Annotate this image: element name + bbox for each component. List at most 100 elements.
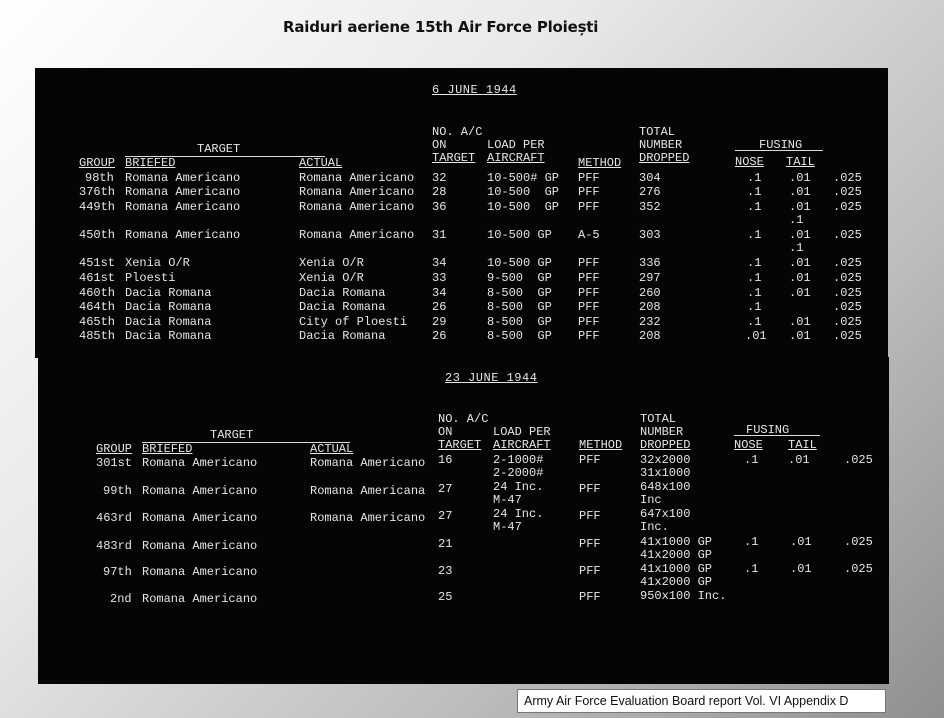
total-cell: 304 (639, 171, 661, 185)
method-cell: PFF (579, 564, 601, 578)
fusing-extra-cell: .025 (844, 453, 873, 467)
tail-cell: .01 (789, 256, 811, 270)
group-cell: 465th (79, 315, 116, 329)
actual-cell: Romana Americano (299, 185, 415, 199)
briefed-cell: Romana Americano (142, 456, 258, 470)
load-cell: 2-2000# (493, 466, 544, 480)
load-cell: 10-500 GP (487, 200, 560, 214)
fusing-extra-cell: .025 (833, 300, 862, 314)
load-cell: 9-500 GP (487, 271, 552, 285)
no-ac-cell: 34 (432, 256, 447, 270)
group-cell: 2nd (110, 592, 132, 606)
no-ac-cell: 27 (438, 482, 453, 496)
method-cell: PFF (578, 300, 600, 314)
load-cell: 10-500 GP (487, 228, 552, 242)
document-scan-23-june: 23 JUNE 1944 NO. A/C ON TARGET LOAD PER … (38, 357, 889, 684)
group-cell: 376th (79, 185, 116, 199)
group-cell: 449th (79, 200, 116, 214)
group-cell: 301st (96, 456, 133, 470)
actual-cell: Dacia Romana (299, 286, 386, 300)
briefed-cell: Romana Americano (125, 171, 241, 185)
actual-cell: City of Ploesti (299, 315, 408, 329)
actual-cell: Dacia Romana (299, 300, 386, 314)
fusing-extra-cell: .025 (833, 286, 862, 300)
actual-cell: Dacia Romana (299, 329, 386, 343)
header-group: GROUP (79, 156, 116, 170)
briefed-cell: Romana Americano (125, 185, 241, 199)
actual-cell: Romana Americano (299, 200, 415, 214)
method-cell: PFF (578, 329, 600, 343)
briefed-cell: Romana Americano (142, 592, 258, 606)
header-total-3: DROPPED (639, 151, 690, 165)
fusing-extra-cell: .025 (844, 562, 873, 576)
total-cell: 41x2000 GP (640, 575, 713, 589)
method-cell: PFF (578, 271, 600, 285)
briefed-cell: Romana Americano (142, 565, 258, 579)
nose-cell: .1 (744, 453, 759, 467)
nose-cell: .1 (744, 562, 759, 576)
briefed-cell: Romana Americano (125, 228, 241, 242)
header-no-ac-3: TARGET (432, 151, 476, 165)
total-cell: 232 (639, 315, 661, 329)
load-cell: 8-500 GP (487, 329, 552, 343)
tail-cell: .01 (790, 562, 812, 576)
header-tail: TAIL (786, 155, 815, 169)
total-cell: 303 (639, 228, 661, 242)
method-cell: PFF (579, 537, 601, 551)
method-cell: PFF (578, 185, 600, 199)
no-ac-cell: 34 (432, 286, 447, 300)
nose-cell: .1 (747, 271, 762, 285)
document-scan-6-june: 6 JUNE 1944 NO. A/C ON TARGET LOAD PER A… (35, 68, 888, 358)
header-actual: ACTUAL (310, 442, 354, 456)
total-cell: 352 (639, 200, 661, 214)
header-method: METHOD (578, 156, 622, 170)
total-cell: 208 (639, 300, 661, 314)
load-cell: 8-500 GP (487, 286, 552, 300)
method-cell: PFF (579, 590, 601, 604)
nose-cell: .1 (744, 535, 759, 549)
group-cell: 483rd (96, 539, 133, 553)
load-cell: 8-500 GP (487, 315, 552, 329)
method-cell: PFF (578, 200, 600, 214)
no-ac-cell: 23 (438, 564, 453, 578)
briefed-cell: Dacia Romana (125, 329, 212, 343)
no-ac-cell: 31 (432, 228, 447, 242)
fusing-extra-cell: .025 (833, 271, 862, 285)
total-cell: 41x2000 GP (640, 548, 713, 562)
briefed-cell: Romana Americano (142, 511, 258, 525)
header-load-2: AIRCRAFT (493, 438, 551, 452)
fusing-extra-cell: .025 (833, 228, 862, 242)
no-ac-cell: 21 (438, 537, 453, 551)
no-ac-cell: 26 (432, 329, 447, 343)
actual-cell: Romana Americano (299, 228, 415, 242)
caption-text: Army Air Force Evaluation Board report V… (524, 694, 849, 708)
nose-cell: .1 (747, 171, 762, 185)
method-cell: PFF (578, 171, 600, 185)
actual-cell: Romana Americano (310, 456, 426, 470)
total-cell: Inc. (640, 520, 669, 534)
header-method: METHOD (579, 438, 623, 452)
group-cell: 97th (103, 565, 132, 579)
actual-cell: Romana Americano (310, 511, 426, 525)
no-ac-cell: 36 (432, 200, 447, 214)
header-target: TARGET (210, 428, 254, 442)
group-cell: 464th (79, 300, 116, 314)
method-cell: A-5 (578, 228, 600, 242)
group-cell: 451st (79, 256, 116, 270)
header-load-2: AIRCRAFT (487, 151, 545, 165)
fusing-extra-cell: .025 (833, 200, 862, 214)
fusing-extra-cell: .025 (833, 171, 862, 185)
nose-cell: .1 (747, 200, 762, 214)
total-cell: 950x100 Inc. (640, 589, 727, 603)
method-cell: PFF (578, 315, 600, 329)
tail-cell: .01 (789, 315, 811, 329)
total-cell: 260 (639, 286, 661, 300)
header-total-3: DROPPED (640, 438, 691, 452)
group-cell: 98th (85, 171, 114, 185)
no-ac-cell: 33 (432, 271, 447, 285)
group-cell: 99th (103, 484, 132, 498)
tail-cell: .01 (789, 329, 811, 343)
header-briefed: BRIEFED (142, 442, 193, 456)
no-ac-cell: 25 (438, 590, 453, 604)
briefed-cell: Romana Americano (142, 484, 258, 498)
